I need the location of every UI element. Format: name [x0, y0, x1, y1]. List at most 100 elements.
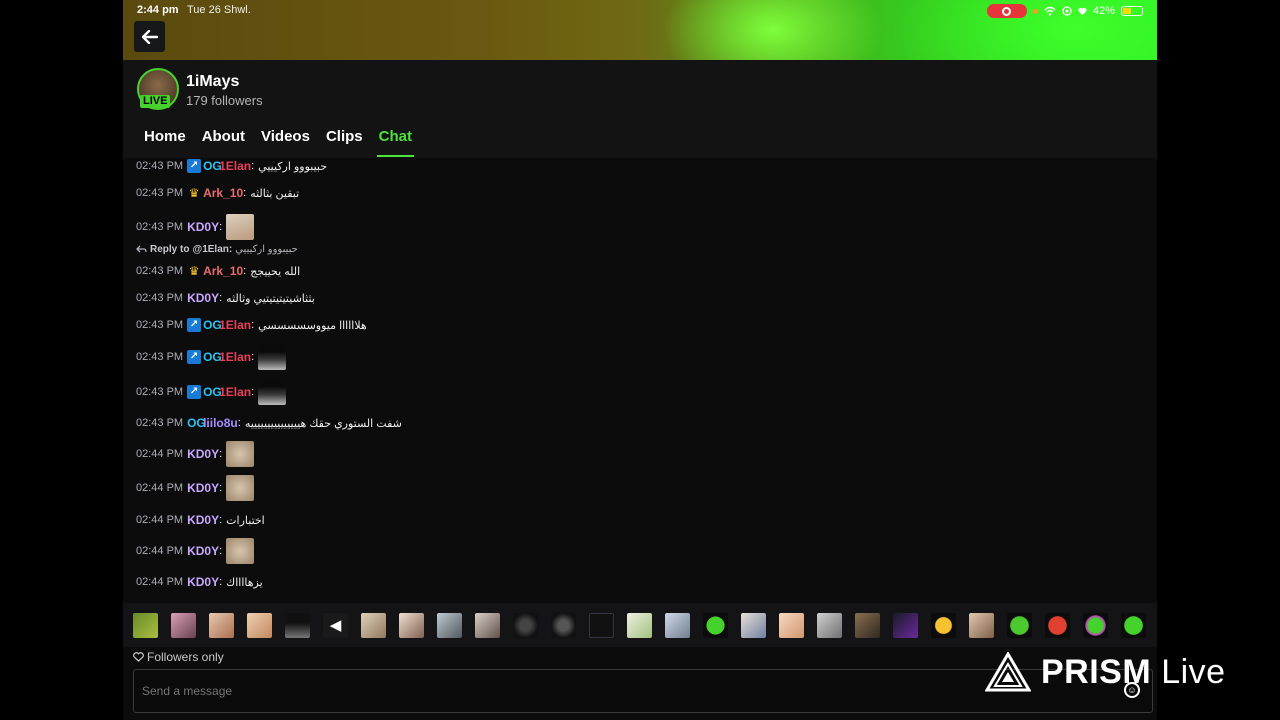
og-badge-icon: OG [187, 416, 206, 430]
emote-option[interactable] [855, 612, 880, 638]
message-text: هلاااااا ميووسسسسسي [258, 319, 367, 332]
battery-icon [1121, 6, 1143, 16]
tab-chat[interactable]: Chat [376, 128, 415, 158]
timestamp: 02:43 PM [136, 351, 184, 363]
message-text: تبقين بثالثه [250, 187, 300, 200]
username[interactable]: 1Elan [219, 159, 251, 173]
battery-percent: 42% [1092, 5, 1115, 17]
timestamp: 02:43 PM [136, 417, 184, 429]
emote-option[interactable] [361, 612, 386, 638]
chat-message: 02:43 PM ↗ OG 1Elan : [136, 344, 287, 370]
emote-option[interactable] [931, 612, 956, 638]
timestamp: 02:44 PM [136, 514, 184, 526]
chat-feed: 02:43 PM ↗ OG 1Elan : حبيبووو اركيييي 02… [123, 158, 1157, 603]
emote-option[interactable] [893, 612, 918, 638]
tab-videos[interactable]: Videos [261, 128, 310, 158]
emote-option[interactable] [1045, 612, 1070, 638]
emote-option[interactable] [171, 612, 196, 638]
moderator-badge-icon: ↗ [187, 318, 202, 332]
chat-message: 02:43 PM KD0Y : بثثاشيتيتيتيتيي وثالثه [136, 291, 315, 305]
emote-option[interactable] [665, 612, 690, 638]
tab-home[interactable]: Home [144, 128, 186, 158]
moderator-badge-icon: ↗ [187, 159, 202, 173]
prism-live-watermark: PRISM Live [985, 652, 1226, 692]
username[interactable]: Ark_10 [203, 264, 243, 278]
username[interactable]: 1Elan [219, 350, 251, 364]
chat-message: 02:44 PM KD0Y : [136, 475, 255, 501]
og-badge-icon: OG [203, 159, 222, 173]
emote-option[interactable] [969, 612, 994, 638]
arrow-left-icon [141, 29, 158, 44]
og-badge-icon: OG [203, 385, 222, 399]
username[interactable]: KD0Y [187, 544, 219, 558]
timestamp: 02:43 PM [136, 386, 184, 398]
timestamp: 02:43 PM [136, 265, 184, 277]
tab-clips[interactable]: Clips [326, 128, 363, 158]
emote-option[interactable] [247, 612, 272, 638]
emote-option[interactable] [1083, 612, 1108, 638]
message-separator: : [243, 187, 247, 199]
timestamp: 02:44 PM [136, 576, 184, 588]
timestamp: 02:43 PM [136, 292, 184, 304]
message-separator: : [251, 319, 255, 331]
emote-option[interactable] [133, 612, 158, 638]
username[interactable]: KD0Y [187, 513, 219, 527]
username[interactable]: KD0Y [187, 447, 219, 461]
chat-message: 02:44 PM KD0Y : [136, 538, 255, 564]
emote-option[interactable] [1007, 612, 1032, 638]
follower-count: 179 followers [186, 93, 263, 108]
emote-option[interactable] [703, 612, 728, 638]
emote-option[interactable] [817, 612, 842, 638]
emote-option[interactable] [779, 612, 804, 638]
reply-arrow-icon [136, 245, 147, 253]
emote-option[interactable] [513, 612, 538, 638]
message-text: يزهااااك [226, 576, 263, 589]
emote-option[interactable] [1121, 612, 1146, 638]
timestamp: 02:44 PM [136, 482, 184, 494]
chat-message: 02:44 PM KD0Y : يزهااااك [136, 575, 263, 589]
screen-record-icon[interactable] [986, 4, 1027, 18]
message-separator: : [219, 545, 223, 557]
emote-option[interactable] [589, 612, 614, 638]
channel-name[interactable]: 1iMays [186, 73, 239, 91]
username[interactable]: KD0Y [187, 291, 219, 305]
emote-picker-bar: ◀ [123, 603, 1157, 647]
emote-option[interactable] [399, 612, 424, 638]
message-text: حبيبووو اركيييي [258, 160, 328, 173]
username[interactable]: KD0Y [187, 575, 219, 589]
username[interactable]: Ark_10 [203, 186, 243, 200]
emote-image [258, 379, 287, 405]
username[interactable]: KD0Y [187, 481, 219, 495]
emote-option[interactable] [551, 612, 576, 638]
reply-context[interactable]: Reply to @1Elan: حبيبووو اركيييي [136, 244, 298, 255]
username[interactable]: 1Elan [219, 385, 251, 399]
emote-option[interactable] [741, 612, 766, 638]
timestamp: 02:43 PM [136, 160, 184, 172]
username[interactable]: liilo8u [203, 416, 238, 430]
emote-option[interactable] [437, 612, 462, 638]
moderator-badge-icon: ↗ [187, 350, 202, 364]
emote-option[interactable] [627, 612, 652, 638]
chat-message: 02:43 PM ↗ OG 1Elan : [136, 379, 287, 405]
followers-only-notice: Followers only [133, 650, 224, 664]
moderator-badge-icon: ↗ [187, 385, 202, 399]
emote-option[interactable] [285, 612, 310, 638]
back-button[interactable] [134, 21, 165, 52]
username[interactable]: KD0Y [187, 220, 219, 234]
chat-message: 02:43 PM ♛ Ark_10 : تبقين بثالثه [136, 186, 299, 200]
timestamp: 02:44 PM [136, 545, 184, 557]
emote-option[interactable] [209, 612, 234, 638]
status-icons: 42% [986, 4, 1143, 18]
emote-image [258, 344, 287, 370]
username[interactable]: 1Elan [219, 318, 251, 332]
speaker-emote-icon[interactable]: ◀ [323, 612, 348, 638]
reply-quote: حبيبووو اركيييي [235, 244, 298, 255]
emote-option[interactable] [475, 612, 500, 638]
location-icon [1062, 6, 1072, 16]
tab-about[interactable]: About [202, 128, 245, 158]
chat-message: 02:43 PM KD0Y : [136, 214, 255, 240]
heart-outline-icon [133, 652, 144, 662]
og-badge-icon: OG [203, 350, 222, 364]
message-separator: : [219, 448, 223, 460]
chat-message: 02:44 PM KD0Y : اختبارات [136, 513, 265, 527]
